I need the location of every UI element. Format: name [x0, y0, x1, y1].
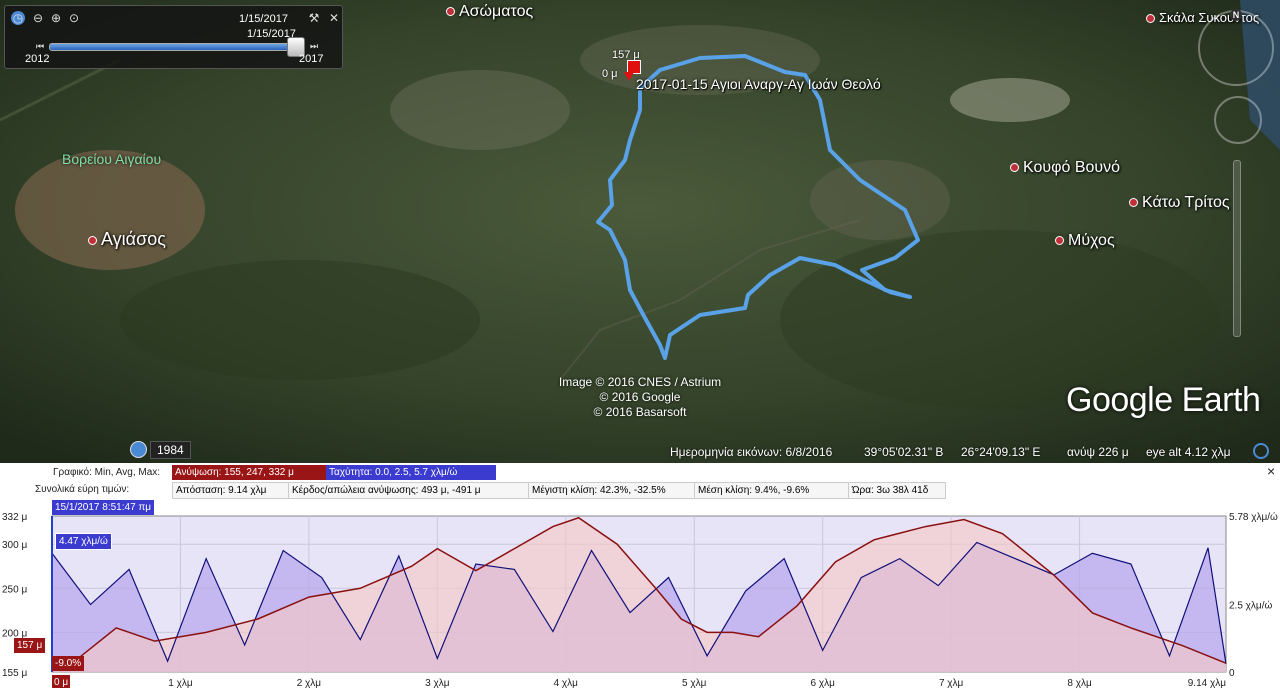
x-tick-label: 4 χλμ — [554, 678, 579, 689]
place-mychos[interactable]: Μύχος — [1055, 232, 1115, 250]
track-name-label[interactable]: 2017-01-15 Αγιοι Αναργ-Αγ Ιωάν Θεολό — [636, 76, 881, 92]
y-right-tick-label: 5.78 χλμ/ώ — [1229, 511, 1278, 523]
y-left-tick-label: 300 μ — [2, 540, 27, 551]
position-pointer-icon — [624, 72, 634, 81]
y-right-tick-label: 2.5 χλμ/ώ — [1229, 600, 1272, 612]
place-kato-tritos[interactable]: Κάτω Τρίτος — [1129, 194, 1230, 212]
eye-altitude: eye alt 4.12 χλμ — [1146, 445, 1231, 459]
zoom-out-time-icon[interactable]: ⊖ — [31, 11, 45, 25]
look-joystick[interactable] — [1198, 10, 1274, 86]
settings-wrench-icon[interactable]: ⚒ — [307, 11, 321, 25]
play-icon[interactable]: ⊙ — [67, 11, 81, 25]
close-icon[interactable]: ✕ — [327, 11, 341, 25]
ground-elevation: ανύψ 226 μ — [1067, 445, 1129, 459]
zoom-slider[interactable] — [1233, 160, 1241, 337]
end-year: 2017 — [299, 53, 324, 65]
region-label: Βορείου Αιγαίου — [62, 151, 162, 167]
latitude: 39°05'02.31" Β — [864, 445, 944, 459]
imagery-date: Ημερομηνία εικόνων: 6/8/2016 — [670, 445, 833, 459]
clock-icon[interactable]: ◷ — [11, 11, 25, 25]
cursor-elevation: 157 μ — [14, 638, 46, 653]
place-asomatos[interactable]: Ασώματος — [446, 3, 533, 21]
start-year: 2012 — [25, 53, 50, 65]
cursor-slope: -9.0% — [52, 656, 85, 671]
y-left-tick-label: 250 μ — [2, 584, 27, 595]
time-slider-track[interactable] — [49, 43, 303, 51]
x-tick-label: 1 χλμ — [168, 678, 193, 689]
current-date: 1/15/2017 — [239, 13, 288, 25]
imagery-credits: Image © 2016 CNES / Astrium © 2016 Googl… — [530, 375, 750, 420]
step-back-icon[interactable]: ⏮ — [33, 39, 47, 53]
x-tick-label: 6 χλμ — [810, 678, 835, 689]
credit-line: Image © 2016 CNES / Astrium — [558, 375, 722, 389]
credit-line: © 2016 Google — [599, 390, 681, 404]
streaming-indicator-icon — [1253, 443, 1269, 459]
credit-line: © 2016 Basarsoft — [593, 405, 687, 419]
place-koufo-vouno[interactable]: Κουφό Βουνό — [1010, 159, 1120, 177]
time-slider-panel: ◷ ⊖ ⊕ ⊙ 1/15/2017 ⚒ ✕ 1/15/2017 ⏮ ⏭ 2012… — [4, 5, 343, 69]
y-left-tick-label: 332 μ — [2, 512, 27, 523]
move-joystick[interactable] — [1214, 96, 1262, 144]
elevation-profile-panel: Γραφικό: Min, Avg, Max: Ανύψωση: 155, 24… — [0, 463, 1280, 690]
x-tick-label: 2 χλμ — [297, 678, 322, 689]
north-indicator[interactable]: N — [1230, 9, 1242, 21]
zoom-in-time-icon[interactable]: ⊕ — [49, 11, 63, 25]
google-earth-logo: Google Earth — [1066, 381, 1261, 419]
map-view[interactable]: Ασώματος Σκάλα Συκουντος Βορείου Αιγαίου… — [0, 0, 1280, 463]
cursor-speed: 4.47 χλμ/ώ — [55, 533, 112, 550]
x-tick-label: 0 μ — [54, 677, 68, 688]
x-tick-label: 3 χλμ — [425, 678, 450, 689]
y-left-tick-label: 155 μ — [2, 668, 27, 679]
step-forward-icon[interactable]: ⏭ — [307, 39, 321, 53]
x-tick-label: 8 χλμ — [1067, 678, 1092, 689]
place-agiasos[interactable]: Αγιάσος — [88, 229, 166, 250]
status-bar: Ημερομηνία εικόνων: 6/8/2016 39°05'02.31… — [0, 441, 1280, 463]
x-tick-label: 7 χλμ — [939, 678, 964, 689]
x-tick-label: 5 χλμ — [682, 678, 707, 689]
y-right-tick-label: 0 — [1229, 668, 1235, 679]
x-tick-label: 9.14 χλμ — [1188, 678, 1226, 689]
longitude: 26°24'09.13" Ε — [961, 445, 1041, 459]
elevation-speed-chart[interactable]: 332 μ300 μ250 μ200 μ155 μ5.78 χλμ/ώ2.5 χ… — [0, 463, 1280, 690]
marker-distance-label: 0 μ — [602, 68, 618, 80]
